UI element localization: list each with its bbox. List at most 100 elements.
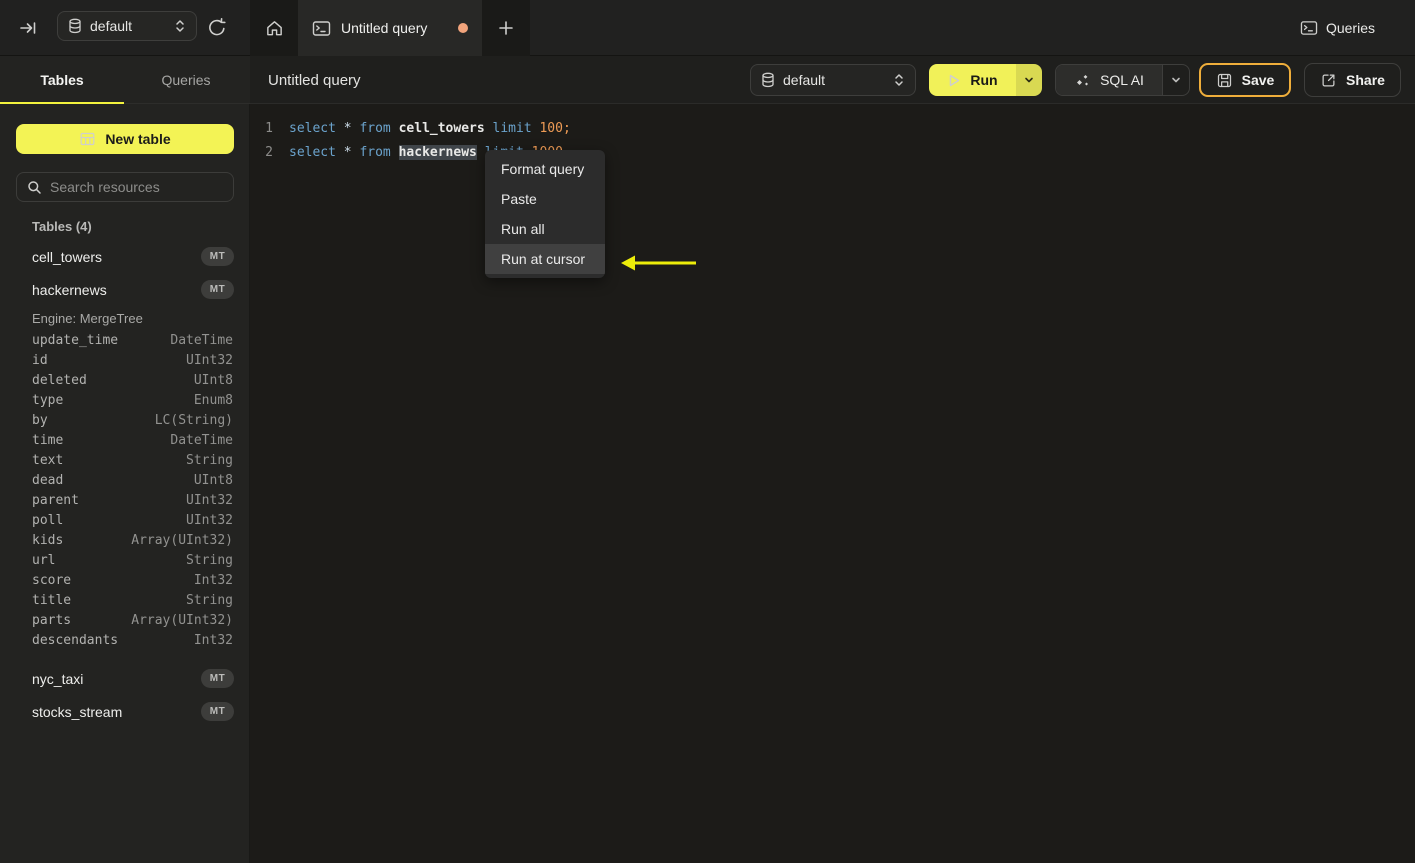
column-type: DateTime — [170, 332, 233, 348]
engine-badge: MT — [201, 247, 234, 266]
code-token: select — [289, 120, 336, 136]
play-icon — [947, 73, 961, 88]
share-icon — [1320, 72, 1337, 89]
context-menu-item[interactable]: Format query — [485, 154, 605, 184]
run-options-dropdown[interactable] — [1016, 64, 1042, 96]
column-type: UInt32 — [186, 512, 233, 528]
code-token: 100 — [539, 120, 563, 136]
run-button[interactable]: Run — [929, 64, 1016, 96]
column-name: type — [32, 392, 64, 408]
sidebar-tabs: Tables Queries — [0, 56, 250, 105]
tab-title: Untitled query — [341, 20, 428, 36]
table-row[interactable]: nyc_taxi MT — [0, 662, 250, 695]
column-name: time — [32, 432, 64, 448]
engine-badge: MT — [201, 280, 234, 299]
code-token: cell_towers — [398, 120, 485, 136]
engine-badge: MT — [201, 702, 234, 721]
column-row: dead UInt8 — [0, 470, 250, 490]
new-tab-button[interactable] — [482, 0, 530, 56]
selected-token: hackernews — [398, 144, 477, 160]
context-menu-item[interactable]: Run at cursor — [485, 244, 605, 274]
editor-context-menu: Format query Paste Run all Run at cursor — [485, 150, 605, 278]
table-row[interactable]: cell_towers MT — [0, 240, 250, 273]
column-name: update_time — [32, 332, 119, 348]
code-token: ; — [562, 120, 571, 136]
column-name: title — [32, 592, 72, 608]
column-row: kids Array(UInt32) — [0, 530, 250, 550]
sparkles-icon — [1074, 72, 1091, 89]
column-name: url — [32, 552, 56, 568]
terminal-icon — [312, 20, 331, 37]
column-row: type Enum8 — [0, 390, 250, 410]
search-icon — [27, 180, 42, 195]
queries-button-label: Queries — [1325, 20, 1375, 36]
table-row[interactable]: stocks_stream MT — [0, 695, 250, 728]
queries-terminal-icon — [1300, 20, 1318, 36]
column-type: Int32 — [193, 632, 233, 648]
sql-ai-label: SQL AI — [1100, 72, 1144, 88]
queries-button[interactable]: Queries — [1300, 0, 1375, 56]
table-name: hackernews — [32, 281, 107, 298]
save-button[interactable]: Save — [1199, 63, 1291, 97]
sql-ai-button[interactable]: SQL AI — [1056, 65, 1162, 95]
database-selector[interactable]: default — [57, 11, 197, 41]
toolbar-database-selector[interactable]: default — [750, 64, 916, 96]
table-name: cell_towers — [32, 248, 103, 265]
column-row: by LC(String) — [0, 410, 250, 430]
column-name: dead — [32, 472, 64, 488]
table-row[interactable]: hackernews MT — [0, 273, 250, 306]
share-button-label: Share — [1346, 72, 1385, 88]
new-table-button[interactable]: New table — [16, 124, 234, 154]
top-bar: default Untitled query Queries — [0, 0, 1415, 56]
code-token: select — [289, 144, 336, 160]
context-menu-item[interactable]: Paste — [485, 184, 605, 214]
sql-editor[interactable]: 1 select * from cell_towers limit 100; 2 se… — [250, 104, 1415, 863]
query-toolbar: Untitled query default Run SQL AI Save S… — [250, 56, 1415, 104]
tab-queries[interactable]: Queries — [124, 56, 248, 104]
run-button-group: Run — [929, 64, 1042, 96]
column-name: parts — [32, 612, 72, 628]
code-line: 2select * from hackernews limit 1000 — [262, 140, 1415, 164]
column-name: text — [32, 452, 64, 468]
search-box — [16, 172, 234, 202]
column-type: String — [186, 452, 233, 468]
code-token: * — [343, 120, 352, 136]
chevron-updown-icon — [174, 17, 186, 35]
column-name: parent — [32, 492, 79, 508]
database-selector-value: default — [90, 18, 133, 34]
refresh-icon[interactable] — [205, 16, 229, 40]
chevron-updown-icon — [893, 71, 905, 89]
tab-untitled-query[interactable]: Untitled query — [298, 0, 482, 56]
column-row: parts Array(UInt32) — [0, 610, 250, 630]
column-type: DateTime — [170, 432, 233, 448]
unsaved-changes-dot — [458, 23, 468, 33]
column-type: String — [186, 552, 233, 568]
new-table-label: New table — [105, 131, 171, 147]
search-input[interactable] — [50, 179, 223, 195]
sql-ai-button-group: SQL AI — [1055, 64, 1190, 96]
column-name: by — [32, 412, 48, 428]
table-list: cell_towers MT hackernews MT Engine: MergeTr… — [0, 240, 250, 728]
sql-ai-dropdown[interactable] — [1162, 65, 1189, 95]
tab-tables[interactable]: Tables — [0, 56, 124, 105]
code-token: * — [343, 144, 352, 160]
context-menu-item[interactable]: Run all — [485, 214, 605, 244]
home-tab[interactable] — [250, 0, 298, 56]
table-name: nyc_taxi — [32, 670, 84, 687]
share-button[interactable]: Share — [1304, 63, 1401, 97]
column-type: UInt8 — [193, 372, 233, 388]
code-lines: 1 select * from cell_towers limit 100; 2 se… — [262, 116, 1415, 164]
collapse-sidebar-icon[interactable] — [18, 18, 38, 38]
save-button-label: Save — [1241, 72, 1275, 88]
code-line: 1 select * from cell_towers limit 100; — [262, 116, 1415, 140]
save-icon — [1216, 72, 1233, 89]
column-type: String — [186, 592, 233, 608]
column-row: text String — [0, 450, 250, 470]
column-row: time DateTime — [0, 430, 250, 450]
column-row: score Int32 — [0, 570, 250, 590]
